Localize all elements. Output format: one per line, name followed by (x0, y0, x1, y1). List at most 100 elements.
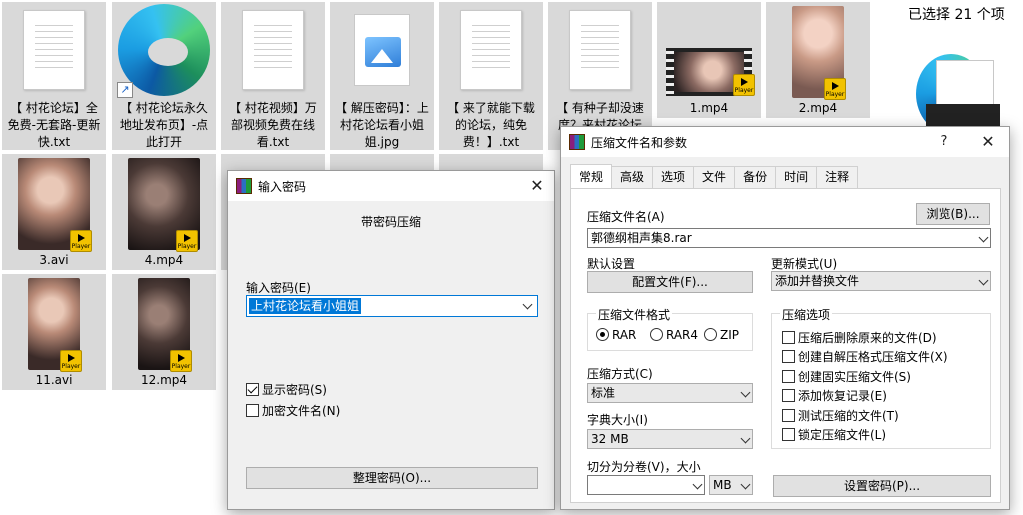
checkbox-unchecked (782, 409, 795, 422)
file-name: 11.avi (35, 373, 73, 387)
file-tile[interactable]: Player 1.mp4 (657, 2, 761, 118)
dictionary-size-label: 字典大小(I) (587, 413, 648, 427)
file-tile[interactable]: 【 解压密码】：上村花论坛看小姐姐.jpg (330, 2, 434, 150)
text-file-icon (23, 10, 85, 90)
compression-method-select[interactable]: 标准 (587, 383, 753, 403)
winrar-icon (569, 134, 585, 150)
file-name: 【 村花视频】万部视频免费在线看.txt (229, 101, 317, 149)
split-unit-select[interactable]: MB (709, 475, 753, 495)
file-name: 4.mp4 (144, 253, 184, 267)
tab-options[interactable]: 选项 (652, 166, 695, 188)
file-tile[interactable]: 【 来了就能下载的论坛，纯免费！】.txt (439, 2, 543, 150)
text-file-icon (569, 10, 631, 90)
dialog-titlebar[interactable]: 输入密码 ✕ (228, 171, 554, 201)
archive-format-group: 压缩文件格式 RAR RAR4 ZIP (587, 306, 753, 351)
password-value: 上村花论坛看小姐姐 (249, 298, 362, 314)
checkbox-unchecked (782, 331, 795, 344)
tab-time[interactable]: 时间 (775, 166, 818, 188)
selection-preview (906, 54, 1006, 134)
player-icon: Player (176, 230, 198, 252)
selection-count: 已选择 21 个项 (908, 7, 1005, 23)
password-label: 输入密码(E) (246, 281, 311, 295)
chevron-down-icon (740, 387, 751, 398)
chevron-down-icon (978, 275, 989, 286)
option-solid[interactable]: 创建固实压缩文件(S) (782, 368, 911, 385)
file-tile[interactable]: Player 11.avi (2, 274, 106, 390)
checkbox-unchecked (246, 404, 259, 417)
checkbox-unchecked (782, 370, 795, 383)
checkbox-checked (246, 383, 259, 396)
file-tile[interactable]: Player 4.mp4 (112, 154, 216, 270)
chevron-down-icon (978, 232, 989, 243)
tab-general[interactable]: 常规 (570, 164, 613, 188)
file-name: 1.mp4 (689, 101, 729, 115)
tab-advanced[interactable]: 高级 (611, 166, 654, 188)
player-icon: Player (60, 350, 82, 372)
option-lock[interactable]: 锁定压缩文件(L) (782, 426, 886, 443)
checkbox-unchecked (782, 350, 795, 363)
split-size-input[interactable] (587, 475, 705, 495)
file-tile[interactable]: 【 村花论坛】全免费-无套路-更新快.txt (2, 2, 106, 150)
player-icon: Player (733, 74, 755, 96)
file-tile[interactable]: ↗ 【 村花论坛永久地址发布页】-点此打开 (112, 2, 216, 150)
player-icon: Player (824, 78, 846, 100)
archive-name-label: 压缩文件名(A) (587, 210, 665, 224)
tab-files[interactable]: 文件 (693, 166, 736, 188)
organize-passwords-button[interactable]: 整理密码(O)... (246, 467, 538, 489)
archive-name-combo[interactable]: 郭德纲相声集8.rar (587, 228, 991, 248)
general-tab-panel: 压缩文件名(A) 浏览(B)... 郭德纲相声集8.rar 默认设置 配置文件(… (570, 188, 1001, 503)
tab-comment[interactable]: 注释 (816, 166, 859, 188)
dialog-title: 输入密码 (258, 179, 307, 194)
show-password-checkbox[interactable]: 显示密码(S) (246, 381, 327, 398)
help-button[interactable]: ? (929, 127, 959, 157)
password-dialog: 输入密码 ✕ 带密码压缩 输入密码(E) 上村花论坛看小姐姐 显示密码(S) 加… (227, 170, 555, 510)
file-name: 2.mp4 (798, 101, 838, 115)
shortcut-arrow-icon: ↗ (117, 82, 133, 98)
text-file-icon (242, 10, 304, 90)
radio-selected (596, 328, 609, 341)
set-password-button[interactable]: 设置密码(P)... (773, 475, 991, 497)
dialog-titlebar[interactable]: 压缩文件名和参数 ? ✕ (561, 127, 1009, 157)
format-rar4-radio[interactable]: RAR4 (650, 328, 698, 342)
encrypt-names-checkbox[interactable]: 加密文件名(N) (246, 402, 340, 419)
radio-unselected (704, 328, 717, 341)
format-zip-radio[interactable]: ZIP (704, 328, 739, 342)
radio-unselected (650, 328, 663, 341)
file-name: 【 来了就能下载的论坛，纯免费！】.txt (447, 101, 535, 149)
close-button[interactable]: ✕ (522, 171, 552, 201)
split-volumes-label: 切分为分卷(V)，大小 (587, 460, 701, 474)
file-tile[interactable]: Player 2.mp4 (766, 2, 870, 118)
dialog-subtitle: 带密码压缩 (360, 215, 421, 229)
update-mode-label: 更新模式(U) (771, 257, 838, 271)
compression-method-label: 压缩方式(C) (587, 367, 653, 381)
option-recovery[interactable]: 添加恢复记录(E) (782, 387, 887, 404)
option-test[interactable]: 测试压缩的文件(T) (782, 407, 899, 424)
file-name: 3.avi (39, 253, 69, 267)
file-tile[interactable]: Player 3.avi (2, 154, 106, 270)
player-icon: Player (70, 230, 92, 252)
file-name: 【 村花论坛永久地址发布页】-点此打开 (119, 101, 209, 149)
chevron-down-icon[interactable] (522, 299, 533, 310)
checkbox-unchecked (782, 389, 795, 402)
close-button[interactable]: ✕ (973, 127, 1003, 157)
file-name: 【 村花论坛】全免费-无套路-更新快.txt (7, 101, 101, 149)
player-icon: Player (170, 350, 192, 372)
format-rar-radio[interactable]: RAR (596, 328, 636, 342)
dialog-title: 压缩文件名和参数 (591, 135, 688, 150)
tab-bar: 常规 高级 选项 文件 备份 时间 注释 (570, 164, 859, 188)
file-name: 【 解压密码】：上村花论坛看小姐姐.jpg (335, 101, 429, 149)
browse-button[interactable]: 浏览(B)... (916, 203, 990, 225)
archive-params-dialog: 压缩文件名和参数 ? ✕ 常规 高级 选项 文件 备份 时间 注释 压缩文件名(… (560, 126, 1010, 510)
winrar-icon (236, 178, 252, 194)
file-tile[interactable]: Player 12.mp4 (112, 274, 216, 390)
dictionary-size-select[interactable]: 32 MB (587, 429, 753, 449)
option-delete-after[interactable]: 压缩后删除原来的文件(D) (782, 329, 937, 346)
tab-backup[interactable]: 备份 (734, 166, 777, 188)
image-file-icon (354, 14, 410, 86)
file-tile[interactable]: 【 村花视频】万部视频免费在线看.txt (221, 2, 325, 150)
profiles-button[interactable]: 配置文件(F)... (587, 271, 753, 293)
password-input[interactable]: 上村花论坛看小姐姐 (246, 295, 538, 317)
update-mode-select[interactable]: 添加并替换文件 (771, 271, 991, 291)
option-sfx[interactable]: 创建自解压格式压缩文件(X) (782, 348, 948, 365)
checkbox-unchecked (782, 428, 795, 441)
